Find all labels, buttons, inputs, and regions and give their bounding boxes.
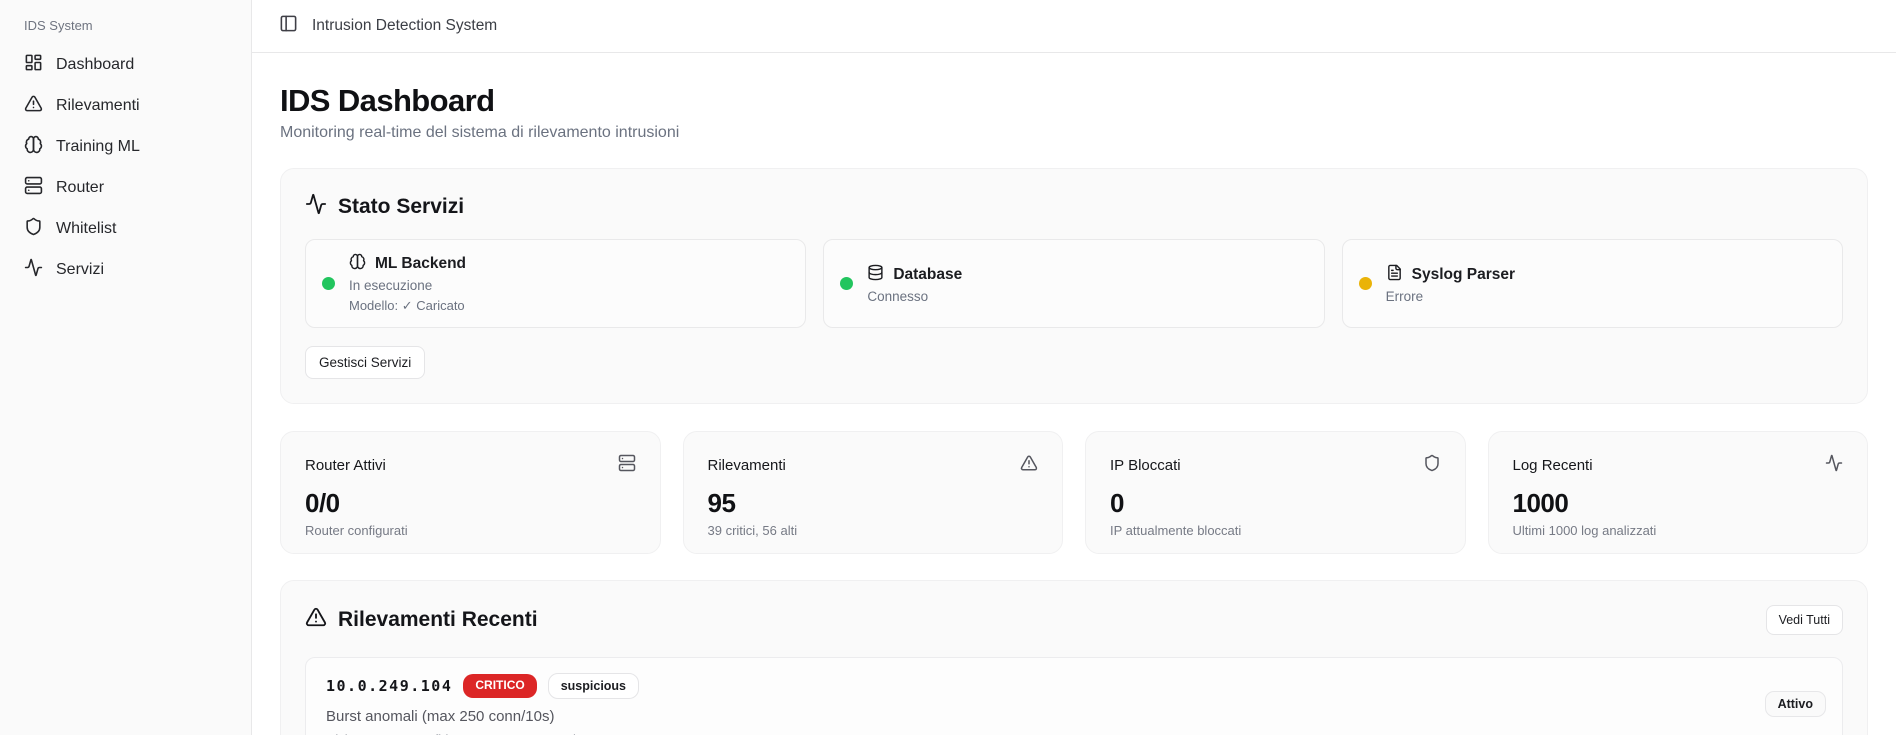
service-name: Database (893, 266, 962, 284)
stat-label: Log Recenti (1513, 457, 1593, 474)
stat-value: 0 (1110, 488, 1441, 519)
services-status-card: Stato Servizi ML Backend In esecuzione M… (280, 168, 1868, 404)
view-all-button[interactable]: Vedi Tutti (1766, 605, 1843, 635)
service-name: Syslog Parser (1412, 266, 1515, 284)
service-card-database: Database Connesso (823, 239, 1324, 328)
service-detail: Modello: ✓ Caricato (349, 298, 466, 314)
service-card-syslog-parser: Syslog Parser Errore (1342, 239, 1843, 328)
brain-icon (24, 135, 43, 159)
sidebar-item-router[interactable]: Router (14, 168, 237, 208)
stat-subtitle: 39 critici, 56 alti (708, 523, 1039, 538)
topbar-title: Intrusion Detection System (312, 17, 497, 35)
service-card-ml-backend: ML Backend In esecuzione Modello: ✓ Cari… (305, 239, 806, 328)
recent-detections-card: Rilevamenti Recenti Vedi Tutti 10.0.249.… (280, 580, 1868, 735)
panel-left-icon[interactable] (279, 14, 298, 38)
manage-services-button[interactable]: Gestisci Servizi (305, 346, 425, 379)
sidebar-item-label: Dashboard (56, 56, 134, 74)
brain-icon (349, 253, 366, 275)
stat-label: IP Bloccati (1110, 457, 1181, 474)
sidebar-item-label: Training ML (56, 138, 140, 156)
sidebar-item-training-ml[interactable]: Training ML (14, 127, 237, 167)
stat-value: 95 (708, 488, 1039, 519)
sidebar-item-label: Router (56, 179, 104, 197)
dashboard-icon (24, 53, 43, 77)
stat-card-ip-bloccati: IP Bloccati 0 IP attualmente bloccati (1085, 431, 1466, 554)
service-status: Errore (1386, 289, 1515, 304)
main-area: Intrusion Detection System IDS Dashboard… (252, 0, 1896, 735)
sidebar-item-label: Servizi (56, 261, 104, 279)
activity-icon (305, 193, 327, 221)
severity-badge: CRITICO (463, 674, 536, 698)
services-status-title-row: Stato Servizi (305, 193, 1843, 221)
alert-triangle-icon (305, 606, 327, 634)
activity-icon (1825, 454, 1843, 476)
database-icon (867, 264, 884, 286)
stat-subtitle: IP attualmente bloccati (1110, 523, 1441, 538)
stat-card-log-recenti: Log Recenti 1000 Ultimi 1000 log analizz… (1488, 431, 1869, 554)
stat-card-rilevamenti: Rilevamenti 95 39 critici, 56 alti (683, 431, 1064, 554)
services-grid: ML Backend In esecuzione Modello: ✓ Cari… (305, 239, 1843, 328)
state-badge: Attivo (1765, 691, 1826, 717)
server-icon (618, 454, 636, 476)
alert-triangle-icon (24, 94, 43, 118)
service-name: ML Backend (375, 255, 466, 273)
sidebar-item-label: Whitelist (56, 220, 116, 238)
detection-description: Burst anomali (max 250 conn/10s) (326, 708, 1822, 725)
file-text-icon (1386, 264, 1403, 286)
recent-detections-header: Rilevamenti Recenti Vedi Tutti (305, 605, 1843, 635)
stat-value: 1000 (1513, 488, 1844, 519)
stat-card-router-attivi: Router Attivi 0/0 Router configurati (280, 431, 661, 554)
detection-ip: 10.0.249.104 (326, 677, 452, 695)
status-dot (1359, 277, 1372, 290)
stat-subtitle: Ultimi 1000 log analizzati (1513, 523, 1844, 538)
status-dot (322, 277, 335, 290)
sidebar-item-servizi[interactable]: Servizi (14, 250, 237, 290)
alert-triangle-icon (1020, 454, 1038, 476)
stat-label: Rilevamenti (708, 457, 786, 474)
activity-icon (24, 258, 43, 282)
status-dot (840, 277, 853, 290)
service-status: Connesso (867, 289, 962, 304)
topbar: Intrusion Detection System (252, 0, 1896, 53)
app-root: IDS System Dashboard Rilevamenti Trainin… (0, 0, 1896, 735)
stat-value: 0/0 (305, 488, 636, 519)
page-title: IDS Dashboard (280, 83, 1868, 119)
service-status: In esecuzione (349, 278, 466, 293)
stats-grid: Router Attivi 0/0 Router configurati Ril… (280, 431, 1868, 554)
stat-label: Router Attivi (305, 457, 386, 474)
page-content: IDS Dashboard Monitoring real-time del s… (252, 53, 1896, 735)
detection-row[interactable]: 10.0.249.104 CRITICO suspicious Burst an… (305, 657, 1843, 735)
sidebar-item-dashboard[interactable]: Dashboard (14, 45, 237, 85)
sidebar: IDS System Dashboard Rilevamenti Trainin… (0, 0, 252, 735)
stat-subtitle: Router configurati (305, 523, 636, 538)
shield-icon (1423, 454, 1441, 476)
sidebar-item-label: Rilevamenti (56, 97, 140, 115)
section-title: Stato Servizi (338, 195, 464, 219)
section-title: Rilevamenti Recenti (338, 608, 538, 632)
shield-icon (24, 217, 43, 241)
sidebar-item-whitelist[interactable]: Whitelist (14, 209, 237, 249)
server-icon (24, 176, 43, 200)
page-subtitle: Monitoring real-time del sistema di rile… (280, 124, 1868, 142)
sidebar-item-rilevamenti[interactable]: Rilevamenti (14, 86, 237, 126)
sidebar-app-label: IDS System (14, 10, 237, 45)
tag-badge: suspicious (548, 673, 639, 699)
